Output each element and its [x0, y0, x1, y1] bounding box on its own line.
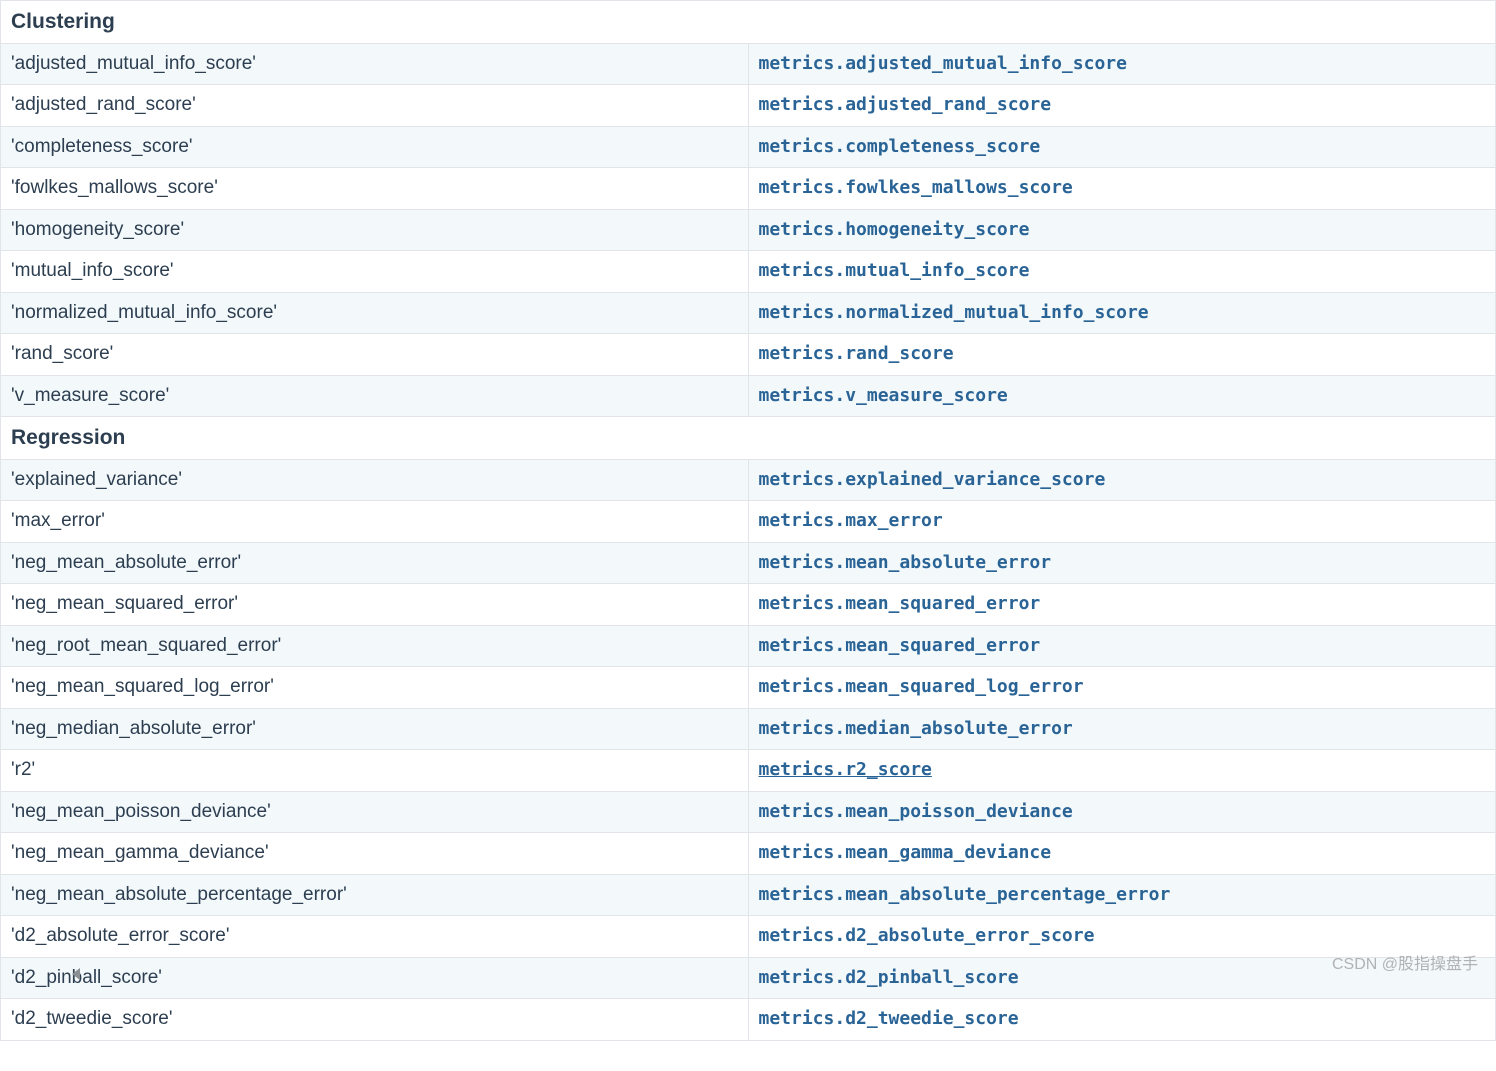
table-row: 'rand_score' metrics.rand_score: [1, 334, 1496, 376]
table-row: 'neg_mean_squared_error' metrics.mean_squ…: [1, 584, 1496, 626]
scorer-name: 'neg_mean_poisson_deviance': [11, 801, 271, 822]
function-link[interactable]: metrics.mean_absolute_percentage_error: [759, 884, 1171, 905]
table-row: 'explained_variance' metrics.explained_va…: [1, 459, 1496, 501]
table-row: 'adjusted_mutual_info_score' metrics.adju…: [1, 43, 1496, 85]
function-link[interactable]: metrics.d2_tweedie_score: [759, 1008, 1019, 1029]
scorer-name: 'neg_median_absolute_error': [11, 718, 256, 739]
function-link[interactable]: metrics.mean_poisson_deviance: [759, 801, 1073, 822]
table-row: 'd2_absolute_error_score' metrics.d2_abso…: [1, 916, 1496, 958]
function-link[interactable]: metrics.explained_variance_score: [759, 469, 1106, 490]
scorer-name: 'mutual_info_score': [11, 260, 174, 281]
function-link[interactable]: metrics.d2_absolute_error_score: [759, 925, 1095, 946]
table-row: 'd2_tweedie_score' metrics.d2_tweedie_sco…: [1, 999, 1496, 1041]
function-link[interactable]: metrics.d2_pinball_score: [759, 967, 1019, 988]
scorer-name: 'fowlkes_mallows_score': [11, 177, 218, 198]
scorer-name: 'normalized_mutual_info_score': [11, 302, 277, 323]
scorer-name: 'd2_absolute_error_score': [11, 925, 230, 946]
table-row: 'homogeneity_score' metrics.homogeneity_s…: [1, 209, 1496, 251]
function-link[interactable]: metrics.mutual_info_score: [759, 260, 1030, 281]
function-link[interactable]: metrics.completeness_score: [759, 136, 1041, 157]
function-link[interactable]: metrics.max_error: [759, 510, 943, 531]
function-link[interactable]: metrics.r2_score: [759, 759, 932, 780]
function-link[interactable]: metrics.v_measure_score: [759, 385, 1008, 406]
table-row: 'adjusted_rand_score' metrics.adjusted_ra…: [1, 85, 1496, 127]
scorer-name: 'r2': [11, 759, 35, 780]
scorer-name: 'd2_tweedie_score': [11, 1008, 172, 1029]
table-row: 'neg_mean_absolute_percentage_error' metr…: [1, 874, 1496, 916]
metrics-table: Clustering'adjusted_mutual_info_score'me…: [0, 0, 1496, 1041]
scorer-name: 'explained_variance': [11, 469, 182, 490]
function-link[interactable]: metrics.homogeneity_score: [759, 219, 1030, 240]
function-link[interactable]: metrics.rand_score: [759, 343, 954, 364]
table-row: 'v_measure_score' metrics.v_measure_score: [1, 375, 1496, 417]
scorer-name: 'adjusted_rand_score': [11, 94, 196, 115]
scorer-name: 'completeness_score': [11, 136, 193, 157]
scroll-left-icon[interactable]: [72, 968, 80, 980]
table-row: 'r2' metrics.r2_score: [1, 750, 1496, 792]
section-header: Clustering: [1, 1, 1496, 44]
table-row: 'neg_mean_absolute_error' metrics.mean_ab…: [1, 542, 1496, 584]
function-link[interactable]: metrics.adjusted_rand_score: [759, 94, 1052, 115]
function-link[interactable]: metrics.median_absolute_error: [759, 718, 1073, 739]
table-row: 'neg_mean_poisson_deviance' metrics.mean_…: [1, 791, 1496, 833]
scorer-name: 'v_measure_score': [11, 385, 169, 406]
scorer-name: 'max_error': [11, 510, 105, 531]
table-row: 'neg_mean_squared_log_error' metrics.mean…: [1, 667, 1496, 709]
function-link[interactable]: metrics.mean_squared_log_error: [759, 676, 1084, 697]
function-link[interactable]: metrics.mean_gamma_deviance: [759, 842, 1052, 863]
function-link[interactable]: metrics.mean_squared_error: [759, 635, 1041, 656]
function-link[interactable]: metrics.fowlkes_mallows_score: [759, 177, 1073, 198]
function-link[interactable]: metrics.normalized_mutual_info_score: [759, 302, 1149, 323]
scorer-name: 'neg_mean_gamma_deviance': [11, 842, 269, 863]
function-link[interactable]: metrics.adjusted_mutual_info_score: [759, 53, 1127, 74]
scorer-name: 'd2_pinball_score': [11, 967, 162, 988]
scorer-name: 'neg_mean_absolute_percentage_error': [11, 884, 347, 905]
function-link[interactable]: metrics.mean_absolute_error: [759, 552, 1052, 573]
table-row: 'neg_mean_gamma_deviance' metrics.mean_ga…: [1, 833, 1496, 875]
table-row: 'fowlkes_mallows_score' metrics.fowlkes_m…: [1, 168, 1496, 210]
table-row: 'neg_median_absolute_error' metrics.media…: [1, 708, 1496, 750]
scorer-name: 'adjusted_mutual_info_score': [11, 53, 256, 74]
table-row: 'completeness_score' metrics.completeness…: [1, 126, 1496, 168]
table-row: 'neg_root_mean_squared_error' metrics.mea…: [1, 625, 1496, 667]
scorer-name: 'rand_score': [11, 343, 113, 364]
scorer-name: 'neg_root_mean_squared_error': [11, 635, 281, 656]
table-row: 'mutual_info_score' metrics.mutual_info_s…: [1, 251, 1496, 293]
scorer-name: 'neg_mean_squared_error': [11, 593, 238, 614]
scorer-name: 'homogeneity_score': [11, 219, 184, 240]
section-header: Regression: [1, 417, 1496, 460]
scorer-name: 'neg_mean_squared_log_error': [11, 676, 274, 697]
table-row: 'normalized_mutual_info_score' metrics.no…: [1, 292, 1496, 334]
table-row: 'max_error' metrics.max_error: [1, 501, 1496, 543]
table-row: 'd2_pinball_score' metrics.d2_pinball_sco…: [1, 957, 1496, 999]
scorer-name: 'neg_mean_absolute_error': [11, 552, 241, 573]
function-link[interactable]: metrics.mean_squared_error: [759, 593, 1041, 614]
